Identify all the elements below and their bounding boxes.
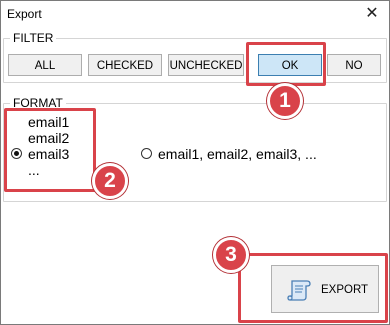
filter-no-button[interactable]: NO bbox=[327, 54, 381, 76]
filter-group: FILTER ALL CHECKED UNCHECKED OK NO bbox=[3, 31, 387, 83]
format-option-comma-radio[interactable] bbox=[141, 148, 152, 159]
highlight-ok-button bbox=[246, 42, 326, 86]
title-bar: Export ✕ bbox=[1, 1, 389, 29]
step-badge-1: 1 bbox=[267, 83, 303, 119]
filter-all-button[interactable]: ALL bbox=[8, 54, 82, 76]
filter-checked-button[interactable]: CHECKED bbox=[88, 54, 162, 76]
highlight-multiline-option bbox=[4, 108, 96, 192]
step-badge-2: 2 bbox=[92, 163, 128, 199]
filter-group-label: FILTER bbox=[10, 31, 57, 45]
filter-unchecked-button[interactable]: UNCHECKED bbox=[168, 54, 244, 76]
close-icon: ✕ bbox=[365, 5, 379, 22]
window-title: Export bbox=[7, 7, 42, 21]
step-badge-3: 3 bbox=[213, 237, 249, 273]
close-button[interactable]: ✕ bbox=[357, 1, 387, 29]
format-option-comma-label[interactable]: email1, email2, email3, ... bbox=[158, 146, 317, 162]
highlight-export-button bbox=[238, 253, 388, 323]
